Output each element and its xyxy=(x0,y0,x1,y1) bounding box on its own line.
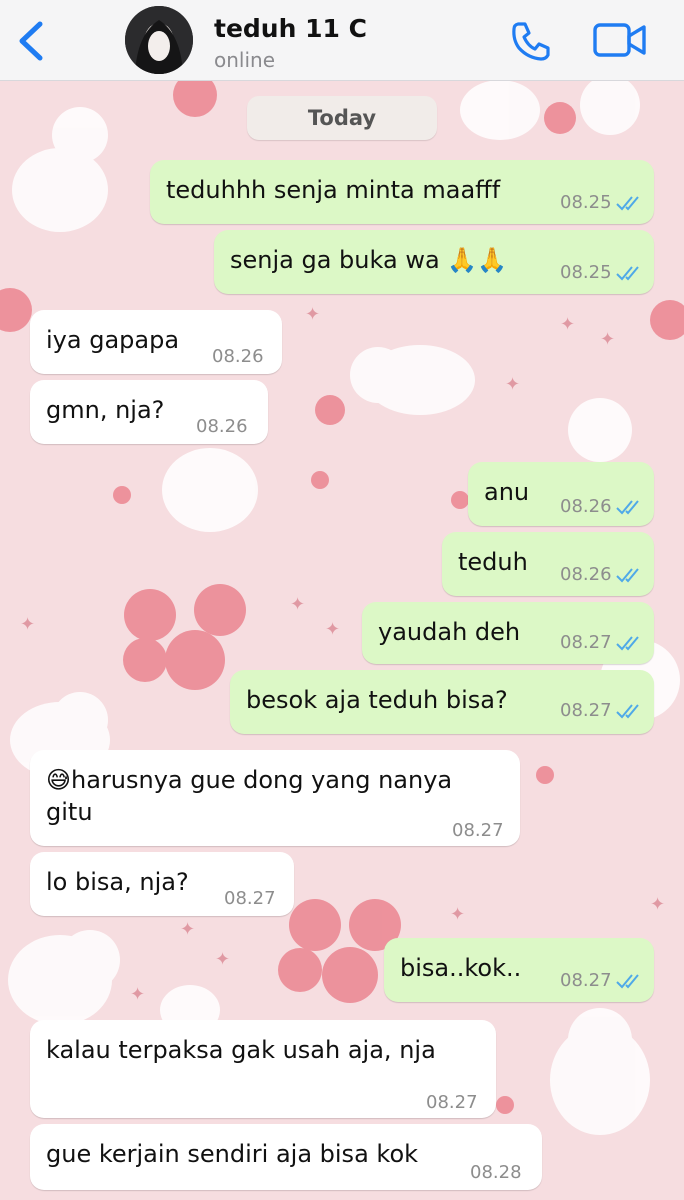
message-time: 08.27 xyxy=(452,820,504,841)
message-bubble-incoming[interactable]: iya gapapa 08.26 xyxy=(30,310,282,374)
voice-call-button[interactable] xyxy=(508,18,554,64)
message-time: 08.27 xyxy=(426,1092,478,1113)
message-bubble-incoming[interactable]: gue kerjain sendiri aja bisa kok 08.28 xyxy=(30,1124,542,1190)
chevron-left-icon xyxy=(19,21,43,61)
message-text: gue kerjain sendiri aja bisa kok xyxy=(46,1140,419,1168)
message-text: senja ga buka wa 🙏🙏 xyxy=(230,246,508,274)
read-ticks-icon xyxy=(616,636,639,651)
message-time: 08.26 xyxy=(196,416,248,437)
read-ticks-icon xyxy=(616,704,639,719)
message-text: teduhhh senja minta maafff xyxy=(166,176,501,204)
message-text: besok aja teduh bisa? xyxy=(246,686,508,714)
message-time: 08.27 xyxy=(224,888,276,909)
message-bubble-outgoing[interactable]: yaudah deh 08.27 xyxy=(362,602,654,664)
message-time: 08.27 xyxy=(560,970,612,991)
svg-text:✦: ✦ xyxy=(290,594,305,615)
message-text: iya gapapa xyxy=(46,326,180,354)
svg-text:✦: ✦ xyxy=(20,614,35,635)
message-text: kalau terpaksa gak usah aja, nja xyxy=(46,1036,436,1064)
message-bubble-outgoing[interactable]: teduhhh senja minta maafff 08.25 xyxy=(150,160,654,224)
message-text: 😅harusnya gue dong yang nanya gitu xyxy=(46,766,453,826)
video-camera-icon xyxy=(593,23,646,57)
svg-text:✦: ✦ xyxy=(505,374,520,395)
chat-header: teduh 11 C online xyxy=(0,0,684,81)
read-ticks-icon xyxy=(616,974,639,989)
read-ticks-icon xyxy=(616,568,639,583)
contact-name[interactable]: teduh 11 C xyxy=(214,14,367,43)
svg-text:✦: ✦ xyxy=(215,949,230,970)
message-bubble-incoming[interactable]: lo bisa, nja? 08.27 xyxy=(30,852,294,916)
avatar-photo xyxy=(125,6,193,74)
message-time: 08.27 xyxy=(560,700,612,721)
svg-text:✦: ✦ xyxy=(560,314,575,335)
contact-avatar[interactable] xyxy=(125,6,193,74)
date-divider: Today xyxy=(247,96,437,140)
message-time: 08.25 xyxy=(560,192,612,213)
message-text: bisa..kok.. xyxy=(400,954,522,982)
message-time: 08.26 xyxy=(212,346,264,367)
back-button[interactable] xyxy=(14,20,48,62)
svg-text:✦: ✦ xyxy=(325,619,340,640)
message-text: anu xyxy=(484,478,530,506)
message-time: 08.28 xyxy=(470,1162,522,1183)
svg-text:✦: ✦ xyxy=(130,984,145,1005)
message-bubble-outgoing[interactable]: senja ga buka wa 🙏🙏 08.25 xyxy=(214,230,654,294)
message-bubble-incoming[interactable]: 😅harusnya gue dong yang nanya gitu 08.27 xyxy=(30,750,520,846)
read-ticks-icon xyxy=(616,196,639,211)
read-ticks-icon xyxy=(616,500,639,515)
message-bubble-outgoing[interactable]: bisa..kok.. 08.27 xyxy=(384,938,654,1002)
message-time: 08.25 xyxy=(560,262,612,283)
message-time: 08.27 xyxy=(560,632,612,653)
message-bubble-incoming[interactable]: gmn, nja? 08.26 xyxy=(30,380,268,444)
contact-status: online xyxy=(214,48,276,72)
svg-text:✦: ✦ xyxy=(650,894,665,915)
message-text: lo bisa, nja? xyxy=(46,868,189,896)
message-text: gmn, nja? xyxy=(46,396,165,424)
message-time: 08.26 xyxy=(560,496,612,517)
svg-text:✦: ✦ xyxy=(450,904,465,925)
phone-icon xyxy=(512,22,550,61)
message-time: 08.26 xyxy=(560,564,612,585)
svg-text:✦: ✦ xyxy=(180,919,195,940)
message-bubble-outgoing[interactable]: besok aja teduh bisa? 08.27 xyxy=(230,670,654,734)
read-ticks-icon xyxy=(616,266,639,281)
message-bubble-outgoing[interactable]: teduh 08.26 xyxy=(442,532,654,596)
svg-text:✦: ✦ xyxy=(600,329,615,350)
svg-text:✦: ✦ xyxy=(305,304,320,325)
video-call-button[interactable] xyxy=(592,20,648,60)
message-text: teduh xyxy=(458,548,528,576)
message-text: yaudah deh xyxy=(378,618,521,646)
message-bubble-outgoing[interactable]: anu 08.26 xyxy=(468,462,654,526)
message-bubble-incoming[interactable]: kalau terpaksa gak usah aja, nja 08.27 xyxy=(30,1020,496,1118)
